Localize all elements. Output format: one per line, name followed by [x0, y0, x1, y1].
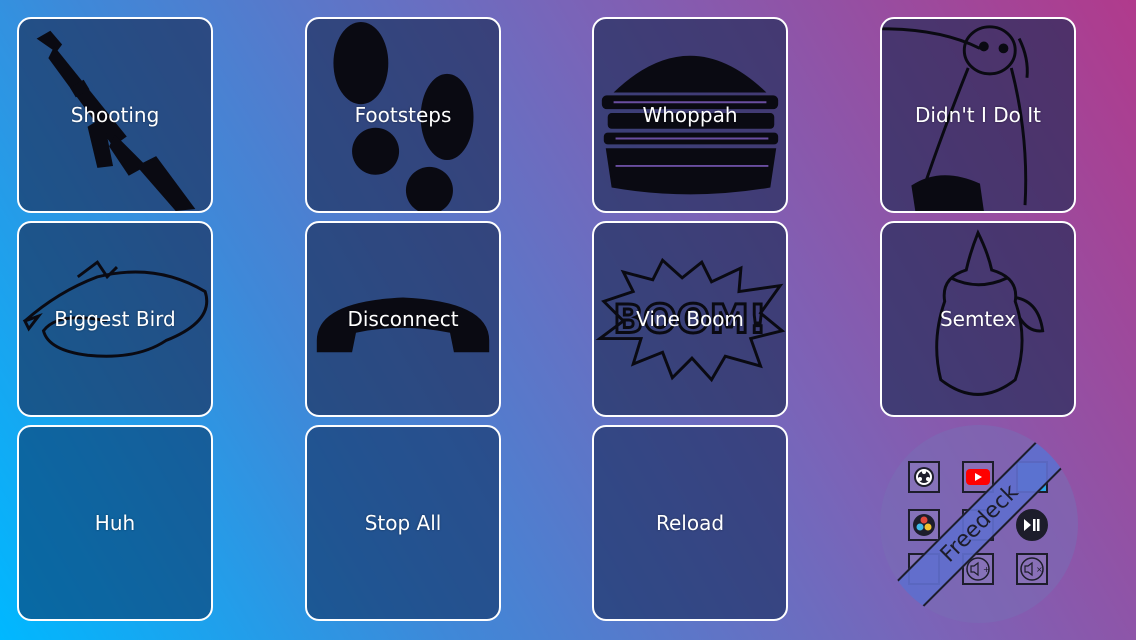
reload-label: Reload: [655, 511, 725, 535]
freedeck-logo: + × Freedeck: [880, 425, 1078, 623]
disconnect-label: Disconnect: [347, 307, 459, 331]
mute-icon: ×: [1016, 553, 1048, 585]
svg-text:+: +: [983, 565, 990, 574]
didnt-i-do-it-button[interactable]: Didn't I Do It: [880, 17, 1076, 213]
biggest-bird-label: Biggest Bird: [54, 307, 176, 331]
disconnect-button[interactable]: Disconnect: [305, 221, 501, 417]
semtex-label: Semtex: [939, 307, 1017, 331]
footsteps-button[interactable]: Footsteps: [305, 17, 501, 213]
huh-label: Huh: [94, 511, 136, 535]
semtex-button[interactable]: Semtex: [880, 221, 1076, 417]
whoppah-button[interactable]: Whoppah: [592, 17, 788, 213]
davinci-resolve-icon: [908, 509, 940, 541]
biggest-bird-button[interactable]: Biggest Bird: [17, 221, 213, 417]
huh-button[interactable]: Huh: [17, 425, 213, 621]
svg-text:×: ×: [1036, 565, 1043, 574]
vine-boom-button[interactable]: BOOM! Vine Boom: [592, 221, 788, 417]
vine-boom-label: Vine Boom: [636, 307, 744, 331]
whoppah-label: Whoppah: [642, 103, 738, 127]
footsteps-label: Footsteps: [354, 103, 452, 127]
shooting-label: Shooting: [70, 103, 160, 127]
play-pause-icon: [1016, 509, 1048, 541]
stop-all-button[interactable]: Stop All: [305, 425, 501, 621]
obs-icon: [908, 461, 940, 493]
reload-button[interactable]: Reload: [592, 425, 788, 621]
stop-all-label: Stop All: [364, 511, 442, 535]
shooting-button[interactable]: Shooting: [17, 17, 213, 213]
didnt-i-do-it-label: Didn't I Do It: [914, 103, 1041, 127]
